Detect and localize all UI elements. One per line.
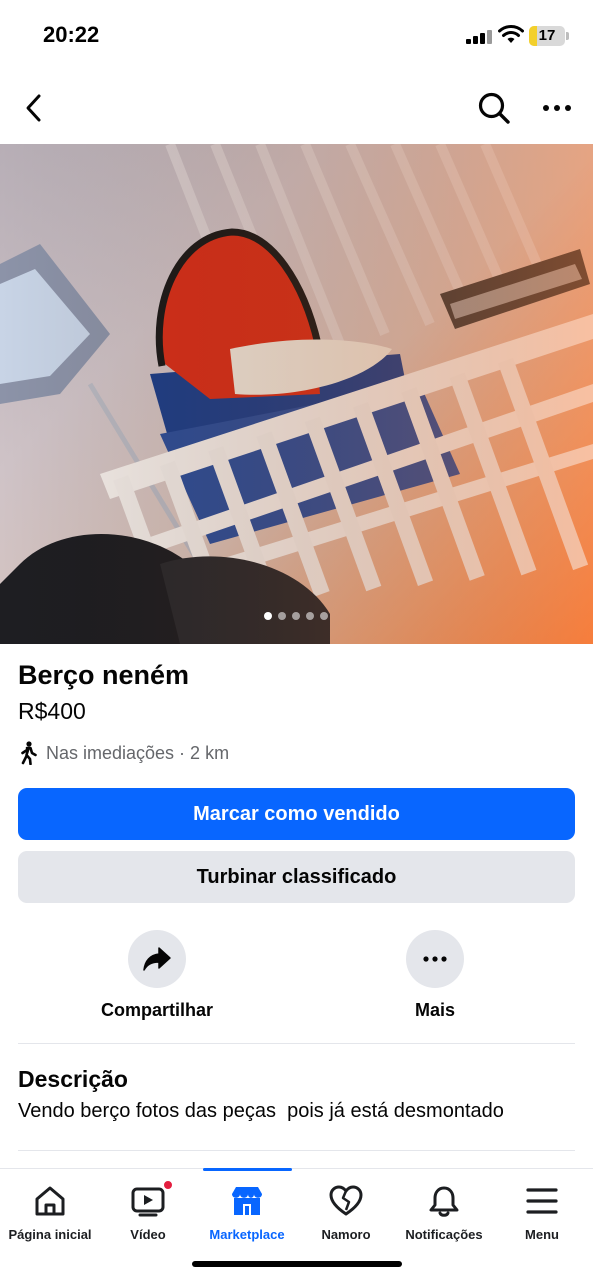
battery-icon: 17 <box>529 26 565 46</box>
more-icon-circle <box>406 930 464 988</box>
tab-notifications[interactable]: Notificações <box>395 1169 493 1249</box>
chevron-left-icon <box>26 94 41 122</box>
share-label: Compartilhar <box>100 1000 214 1020</box>
more-label: Mais <box>414 1000 456 1020</box>
description-heading: Descrição <box>18 1066 128 1092</box>
tab-label: Notificações <box>405 1227 483 1242</box>
location-text: Nas imediações · 2 km <box>46 742 230 763</box>
tab-home[interactable]: Página inicial <box>1 1169 99 1249</box>
pagination-dot <box>292 612 300 620</box>
tab-menu[interactable]: Menu <box>493 1169 591 1249</box>
wifi-icon <box>498 25 524 43</box>
tab-label: Namoro <box>321 1227 371 1242</box>
description-text: Vendo berço fotos das peças pois já está… <box>18 1100 504 1122</box>
pagination-dot <box>264 612 272 620</box>
video-icon <box>131 1187 165 1217</box>
search-icon <box>478 92 510 124</box>
notification-badge <box>162 1179 174 1191</box>
dating-heart-icon <box>329 1185 363 1216</box>
tab-dating[interactable]: Namoro <box>297 1169 395 1249</box>
share-icon <box>143 947 171 971</box>
divider <box>18 1043 575 1044</box>
share-icon-circle <box>128 930 186 988</box>
more-horizontal-icon <box>423 956 447 962</box>
more-horizontal-icon <box>543 105 571 111</box>
bell-icon <box>429 1186 459 1217</box>
tab-label: Menu <box>525 1227 559 1242</box>
back-button[interactable] <box>12 86 56 130</box>
marketplace-shop-icon <box>232 1187 262 1215</box>
crib-photo-illustration <box>0 144 593 644</box>
pagination-dot <box>320 612 328 620</box>
photo-pagination-dots <box>264 612 328 620</box>
search-button[interactable] <box>472 86 516 130</box>
home-indicator <box>192 1261 402 1267</box>
pagination-dot <box>278 612 286 620</box>
status-time: 20:22 <box>43 22 100 47</box>
top-nav-bar <box>0 72 593 144</box>
listing-title: Berço neném <box>18 660 190 690</box>
more-options-button[interactable] <box>535 86 579 130</box>
home-icon <box>35 1186 65 1216</box>
status-bar: 20:22 17 <box>0 0 593 72</box>
tab-marketplace[interactable]: Marketplace <box>198 1169 296 1249</box>
walking-person-icon <box>21 741 37 765</box>
boost-listing-button[interactable]: Turbinar classificado <box>18 851 575 903</box>
share-button[interactable]: Compartilhar <box>77 930 237 1021</box>
pagination-dot <box>306 612 314 620</box>
listing-location: Nas imediações · 2 km <box>18 741 229 765</box>
tab-label: Vídeo <box>130 1227 166 1242</box>
cellular-signal-icon <box>466 30 492 44</box>
tab-label: Página inicial <box>8 1227 92 1242</box>
more-actions-button[interactable]: Mais <box>355 930 515 1021</box>
listing-photo[interactable] <box>0 144 593 644</box>
tab-video[interactable]: Vídeo <box>99 1169 197 1249</box>
listing-price: R$400 <box>18 698 86 724</box>
mark-as-sold-button[interactable]: Marcar como vendido <box>18 788 575 840</box>
battery-level: 17 <box>538 27 556 44</box>
hamburger-menu-icon <box>526 1188 558 1214</box>
divider <box>18 1150 575 1151</box>
tab-label: Marketplace <box>209 1227 285 1242</box>
